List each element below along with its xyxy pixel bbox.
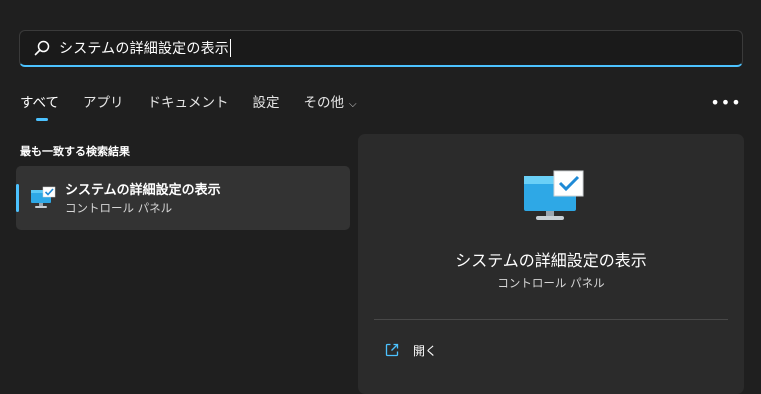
- tab-all[interactable]: すべて: [20, 91, 59, 121]
- best-match-result[interactable]: システムの詳細設定の表示 コントロール パネル: [16, 166, 350, 230]
- tab-apps-label: アプリ: [83, 95, 124, 111]
- open-action-label: 開く: [413, 343, 438, 358]
- search-box[interactable]: システムの詳細設定の表示: [19, 30, 743, 67]
- detail-subtitle: コントロール パネル: [497, 276, 605, 290]
- tab-documents-label: ドキュメント: [147, 95, 229, 111]
- detail-title: システムの詳細設定の表示: [455, 251, 647, 270]
- result-subtitle: コントロール パネル: [65, 201, 173, 215]
- more-options-icon: •••: [710, 92, 742, 112]
- tab-settings[interactable]: 設定: [253, 91, 280, 121]
- text-cursor: [229, 39, 231, 57]
- divider: [374, 319, 728, 320]
- detail-panel: システムの詳細設定の表示 コントロール パネル 開く: [358, 134, 744, 394]
- open-action[interactable]: 開く: [384, 340, 437, 360]
- tab-all-label: すべて: [20, 95, 60, 111]
- selection-indicator: [16, 184, 19, 212]
- search-icon: [34, 40, 50, 56]
- system-settings-icon: [524, 170, 584, 220]
- search-input[interactable]: システムの詳細設定の表示: [59, 38, 229, 58]
- open-external-icon: [385, 343, 399, 357]
- tab-more[interactable]: その他 ⌵: [304, 91, 357, 121]
- more-options-button[interactable]: •••: [710, 92, 742, 112]
- system-settings-icon: [31, 186, 56, 208]
- tab-more-label: その他: [303, 95, 345, 111]
- result-title: システムの詳細設定の表示: [65, 183, 221, 198]
- best-match-heading: 最も一致する検索結果: [20, 145, 130, 158]
- tab-settings-label: 設定: [252, 95, 280, 111]
- tab-documents[interactable]: ドキュメント: [148, 91, 229, 121]
- tab-apps[interactable]: アプリ: [83, 91, 124, 121]
- filter-tabs: すべて アプリ ドキュメント 設定 その他 ⌵: [20, 91, 381, 121]
- chevron-down-icon: ⌵: [349, 99, 357, 110]
